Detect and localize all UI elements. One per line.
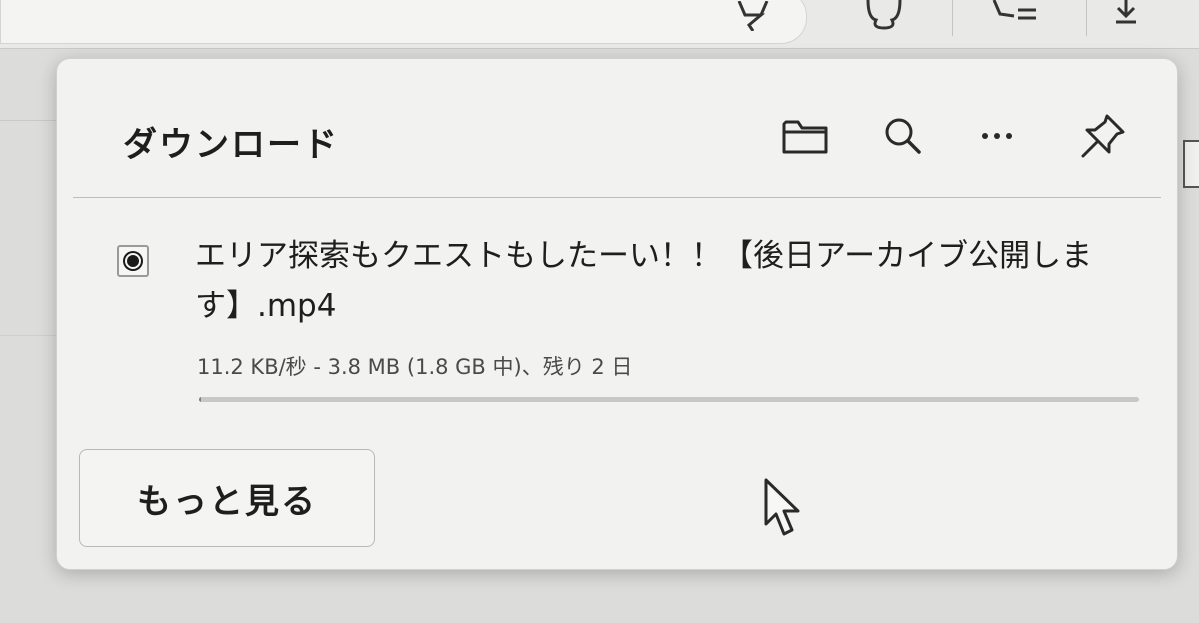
more-options-button[interactable]: [969, 111, 1025, 161]
video-file-icon: [117, 245, 149, 277]
flyout-title: ダウンロード: [123, 125, 339, 165]
favorites-list-icon[interactable]: [988, 0, 1036, 30]
toolbar-separator: [1086, 0, 1087, 36]
download-progress-fill: [199, 397, 201, 402]
search-downloads-button[interactable]: [875, 111, 931, 161]
page-edge-control[interactable]: [1183, 140, 1199, 188]
download-progress-bar: [199, 397, 1139, 402]
download-status: 11.2 KB/秒 - 3.8 MB (1.8 GB 中)、残り 2 日: [197, 355, 633, 379]
extensions-icon[interactable]: [862, 0, 906, 30]
page-rule: [0, 335, 60, 336]
search-icon: [885, 118, 921, 154]
see-more-button[interactable]: もっと見る: [79, 449, 375, 547]
download-file-name[interactable]: エリア探索もクエストもしたーい！！【後日アーカイブ公開します】.mp4: [195, 231, 1095, 331]
toolbar-separator: [952, 0, 953, 36]
page-rule: [0, 120, 60, 121]
pin-icon: [1081, 114, 1125, 158]
address-bar[interactable]: [0, 0, 807, 44]
header-divider: [73, 197, 1161, 198]
pin-flyout-button[interactable]: [1075, 111, 1131, 161]
mouse-cursor-icon: [764, 478, 800, 536]
more-options-icon: [982, 133, 1012, 139]
downloads-flyout: ダウンロード エリア探索もクエストもしたーい！！【後日アーカイブ公開します】.m…: [56, 58, 1178, 570]
favorite-star-icon[interactable]: [731, 0, 775, 32]
open-downloads-folder-button[interactable]: [777, 111, 833, 161]
downloads-icon[interactable]: [1108, 0, 1152, 30]
folder-icon: [782, 120, 828, 154]
browser-toolbar: [0, 0, 1199, 49]
